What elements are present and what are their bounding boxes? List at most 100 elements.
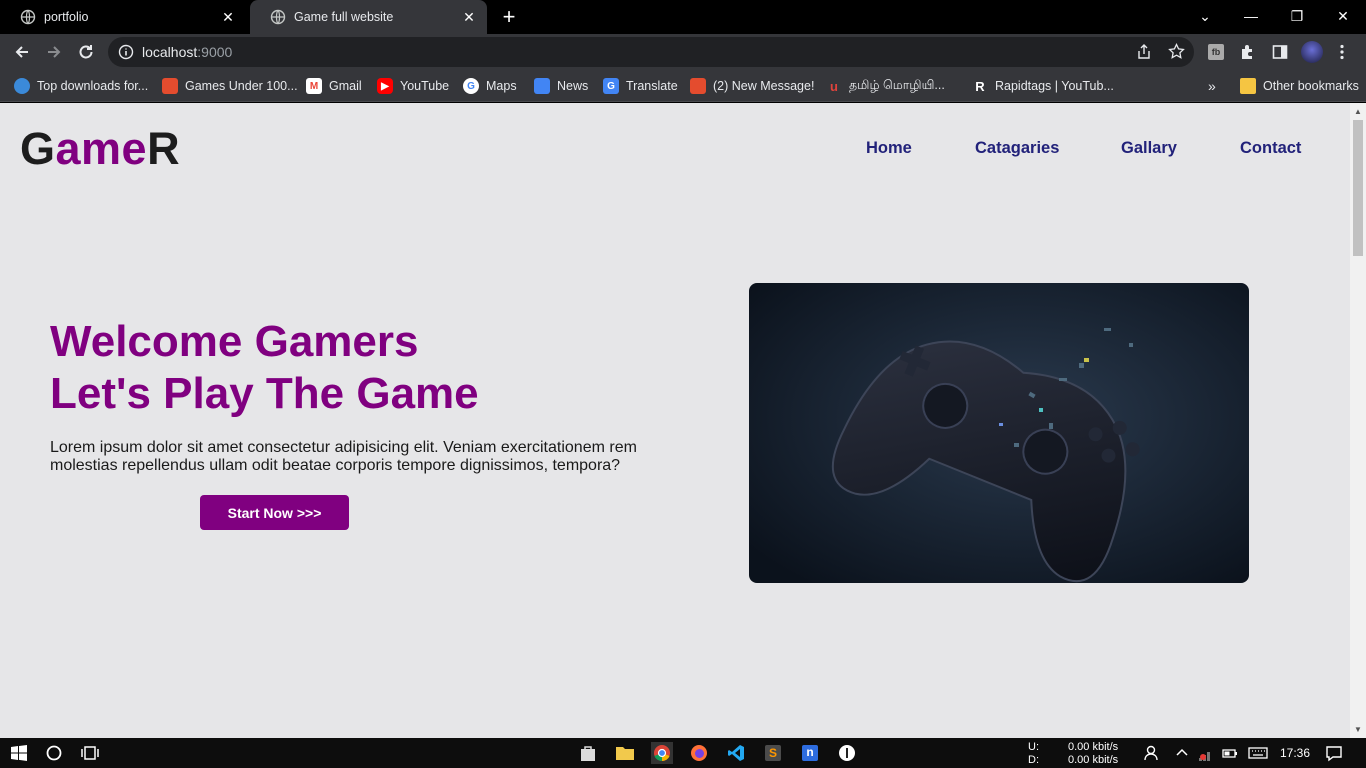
bookmark-games-under-100[interactable]: Games Under 100... — [162, 77, 298, 95]
globe-icon — [14, 78, 30, 94]
node-app[interactable] — [836, 742, 858, 764]
side-panel-icon — [1272, 45, 1288, 59]
extensions-menu-button[interactable] — [1236, 40, 1260, 64]
minimize-button[interactable]: — — [1228, 0, 1274, 32]
search-button[interactable] — [43, 742, 65, 764]
bookmark-translate[interactable]: G Translate — [603, 77, 678, 95]
star-icon[interactable] — [1168, 43, 1185, 60]
back-arrow-icon — [15, 46, 28, 58]
tab-title: portfolio — [44, 10, 89, 24]
url-text: localhost:9000 — [142, 44, 233, 60]
r-icon: R — [975, 78, 985, 94]
avatar — [1301, 41, 1323, 63]
other-bookmarks[interactable]: Other bookmarks — [1240, 77, 1359, 95]
network-button[interactable] — [1195, 742, 1217, 764]
hero-controller-image — [749, 283, 1249, 583]
nav-home[interactable]: Home — [866, 139, 912, 158]
bookmark-top-downloads[interactable]: Top downloads for... — [14, 77, 148, 95]
start-now-button[interactable]: Start Now >>> — [200, 495, 349, 530]
hero-description: Lorem ipsum dolor sit amet consectetur a… — [50, 439, 637, 474]
clock[interactable]: 17:36 — [1280, 746, 1310, 760]
bookmark-news[interactable]: News — [534, 77, 588, 95]
bookmark-label: Gmail — [329, 79, 362, 93]
close-window-button[interactable]: ✕ — [1320, 0, 1366, 32]
task-view-button[interactable] — [79, 742, 101, 764]
tab-search-icon[interactable]: ⌄ — [1182, 0, 1228, 32]
folder-icon — [616, 747, 634, 760]
profile-button[interactable] — [1300, 40, 1324, 64]
people-icon — [1144, 745, 1158, 761]
tab-game-full-website[interactable]: Game full website ✕ — [250, 0, 487, 34]
page-scrollbar[interactable]: ▲ ▼ — [1350, 103, 1366, 738]
globe-icon — [270, 9, 286, 25]
share-icon[interactable] — [1136, 44, 1152, 60]
n-app[interactable]: n — [799, 742, 821, 764]
scroll-up-arrow-icon[interactable]: ▲ — [1354, 107, 1362, 116]
notifications-button[interactable] — [1323, 742, 1345, 764]
bookmark-youtube[interactable]: ▶ YouTube — [377, 77, 449, 95]
hero-title: Welcome Gamers Let's Play The Game — [50, 316, 479, 420]
firefox-app[interactable] — [688, 742, 710, 764]
bookmark-label: Rapidtags | YouTub... — [995, 79, 1114, 93]
forward-arrow-icon — [48, 46, 61, 58]
address-bar[interactable]: localhost:9000 — [108, 37, 1194, 67]
bookmark-label: Games Under 100... — [185, 79, 298, 93]
restore-button[interactable]: ❐ — [1274, 0, 1320, 32]
keyboard-icon — [1248, 747, 1268, 759]
net-download-speed: 0.00 kbit/s — [1068, 754, 1119, 766]
scroll-down-arrow-icon[interactable]: ▼ — [1354, 725, 1362, 734]
taskbar: S n U: D: 0.00 kbit/s 0.00 kbit/s 17:36 — [0, 738, 1366, 768]
bookmark-maps[interactable]: G Maps — [463, 77, 517, 95]
menu-button[interactable] — [1330, 40, 1354, 64]
sublime-app[interactable]: S — [762, 742, 784, 764]
google-icon: G — [463, 78, 479, 94]
nav-categories[interactable]: Catagaries — [975, 139, 1059, 158]
task-view-icon — [81, 746, 99, 760]
forward-button[interactable] — [42, 40, 66, 64]
bookmarks-overflow-button[interactable]: » — [1208, 77, 1216, 95]
nav-gallery[interactable]: Gallary — [1121, 139, 1177, 158]
search-icon — [46, 745, 62, 761]
new-tab-button[interactable]: + — [498, 6, 520, 28]
bookmark-label: YouTube — [400, 79, 450, 93]
translate-icon: G — [603, 78, 619, 94]
bookmark-rapidtags[interactable]: R Rapidtags | YouTub... — [972, 77, 1114, 95]
scrollbar-thumb[interactable] — [1353, 120, 1363, 256]
bookmark-tamil[interactable]: u தமிழ் மொழியி... — [826, 77, 945, 95]
store-app[interactable] — [577, 742, 599, 764]
bookmark-new-message[interactable]: (2) New Message! — [690, 77, 814, 95]
people-button[interactable] — [1141, 742, 1163, 764]
nav-contact[interactable]: Contact — [1240, 139, 1301, 158]
file-explorer-app[interactable] — [614, 742, 636, 764]
sublime-icon: S — [765, 745, 781, 761]
close-tab-icon[interactable]: ✕ — [461, 9, 477, 25]
folder-icon — [1240, 78, 1256, 94]
start-button[interactable] — [8, 742, 30, 764]
bookmark-gmail[interactable]: M Gmail — [306, 77, 362, 95]
keyboard-button[interactable] — [1247, 742, 1269, 764]
back-button[interactable] — [10, 40, 34, 64]
tab-portfolio[interactable]: portfolio ✕ — [0, 0, 246, 34]
youtube-icon: ▶ — [377, 78, 393, 94]
bookmark-label: Top downloads for... — [37, 79, 149, 93]
chrome-app[interactable] — [651, 742, 673, 764]
page-viewport: GameR Home Catagaries Gallary Contact We… — [0, 103, 1350, 738]
bookmarks-bar: Top downloads for... Games Under 100... … — [0, 70, 1366, 102]
game-controller-image — [749, 283, 1249, 583]
side-panel-button[interactable] — [1268, 40, 1292, 64]
vscode-app[interactable] — [725, 742, 747, 764]
news-icon — [534, 78, 550, 94]
close-tab-icon[interactable]: ✕ — [220, 9, 236, 25]
reload-button[interactable] — [74, 40, 98, 64]
tray-overflow-button[interactable] — [1171, 742, 1193, 764]
site-logo[interactable]: GameR — [20, 123, 180, 175]
tab-strip: portfolio ✕ Game full website ✕ + ⌄ — ❐ … — [0, 0, 1366, 34]
bookmark-label: தமிழ் மொழியி... — [849, 78, 945, 92]
tab-title: Game full website — [294, 10, 394, 24]
battery-button[interactable] — [1219, 742, 1241, 764]
notification-icon — [1326, 746, 1342, 762]
extension-button[interactable]: fb — [1204, 40, 1228, 64]
n-app-icon: n — [802, 745, 818, 761]
info-icon[interactable] — [118, 44, 134, 60]
bookmark-label: Translate — [626, 79, 678, 93]
